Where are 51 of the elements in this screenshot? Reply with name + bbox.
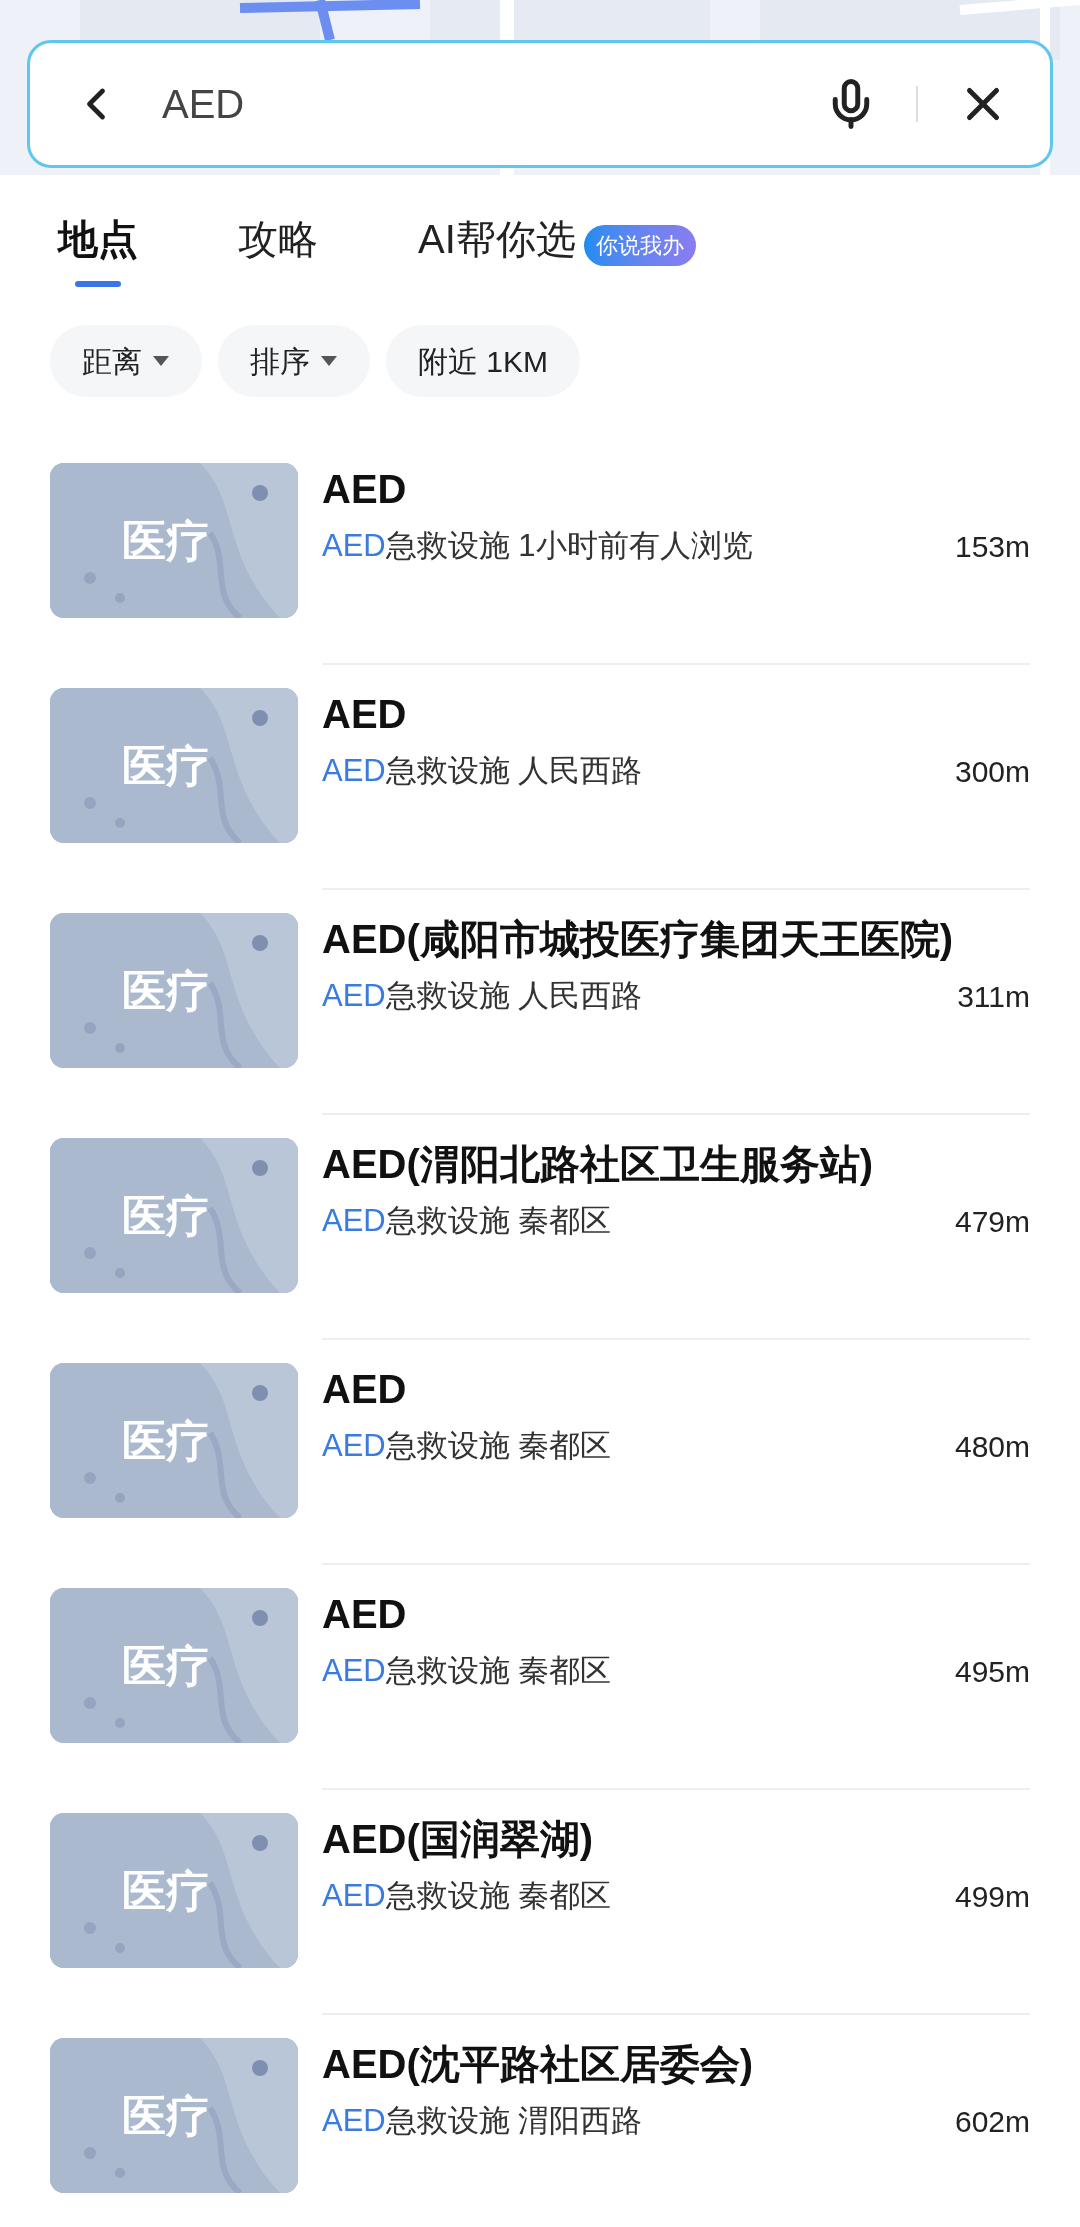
distance: 479m [954,1203,1030,1240]
place-description: AED急救设施 秦都区 [322,1427,612,1465]
place-description: AED急救设施 秦都区 [322,1652,612,1690]
category-label: 医疗 [122,2089,210,2142]
distance: 499m [954,1878,1030,1915]
tab[interactable]: AI帮你选 [418,195,576,295]
tab-badge: 你说我办 [583,224,696,266]
distance: 480m [954,1428,1030,1465]
distance: 311m [957,978,1030,1015]
category-label: 医疗 [122,1864,210,1917]
result-row[interactable]: 医疗 AED(国润翠湖) AED急救设施 秦都区 499m [0,1790,1080,2015]
category-label: 医疗 [122,514,210,567]
place-description: AED急救设施 秦都区 [322,1202,612,1240]
filter-chip[interactable]: 排序 [218,325,370,397]
result-row[interactable]: 医疗 AED AED急救设施 秦都区 480m [0,1340,1080,1565]
dropdown-icon [152,355,170,367]
place-description: AED急救设施 人民西路 [322,752,643,790]
tab[interactable]: 攻略 [238,195,318,295]
place-description: AED急救设施 人民西路 [322,977,643,1015]
place-title: AED [322,1591,408,1638]
category-label: 医疗 [122,739,210,792]
result-row[interactable]: 医疗 AED AED急救设施 1小时前有人浏览 153m [0,440,1080,665]
place-title: AED [322,466,408,513]
place-title: AED(沈平路社区居委会) [322,2041,755,2088]
category-label: 医疗 [122,964,210,1017]
result-row[interactable]: 医疗 AED AED急救设施 秦都区 495m [0,1565,1080,1790]
place-title: AED(渭阳北路社区卫生服务站) [322,1141,875,1188]
distance: 602m [954,2103,1030,2140]
search-input[interactable]: AED [162,74,824,134]
category-label: 医疗 [122,1639,210,1692]
distance: 300m [954,753,1030,790]
place-title: AED [322,691,408,738]
search-field[interactable]: AED [27,40,1053,168]
distance: 495m [954,1653,1030,1690]
distance: 153m [954,528,1030,565]
place-title: AED [322,1366,408,1413]
place-description: AED急救设施 1小时前有人浏览 [322,527,753,565]
category-label: 医疗 [122,1414,210,1467]
result-row[interactable]: 医疗 AED(沈平路社区居委会) AED急救设施 渭阳西路 602m [0,2015,1080,2227]
filter-chip[interactable]: 附近 1KM [386,325,581,397]
category-label: 医疗 [122,1189,210,1242]
place-title: AED(国润翠湖) [322,1816,595,1863]
place-title: AED(咸阳市城投医疗集团天王医院) [322,916,955,963]
place-description: AED急救设施 渭阳西路 [322,2102,643,2140]
result-row[interactable]: 医疗 AED(渭阳北路社区卫生服务站) AED急救设施 秦都区 479m [0,1115,1080,1340]
result-row[interactable]: 医疗 AED AED急救设施 人民西路 300m [0,665,1080,890]
place-description: AED急救设施 秦都区 [322,1877,612,1915]
tab[interactable]: 地点 [58,195,138,295]
filter-chip[interactable]: 距离 [50,325,202,397]
result-row[interactable]: 医疗 AED(咸阳市城投医疗集团天王医院) AED急救设施 人民西路 311m [0,890,1080,1115]
dropdown-icon [320,355,338,367]
